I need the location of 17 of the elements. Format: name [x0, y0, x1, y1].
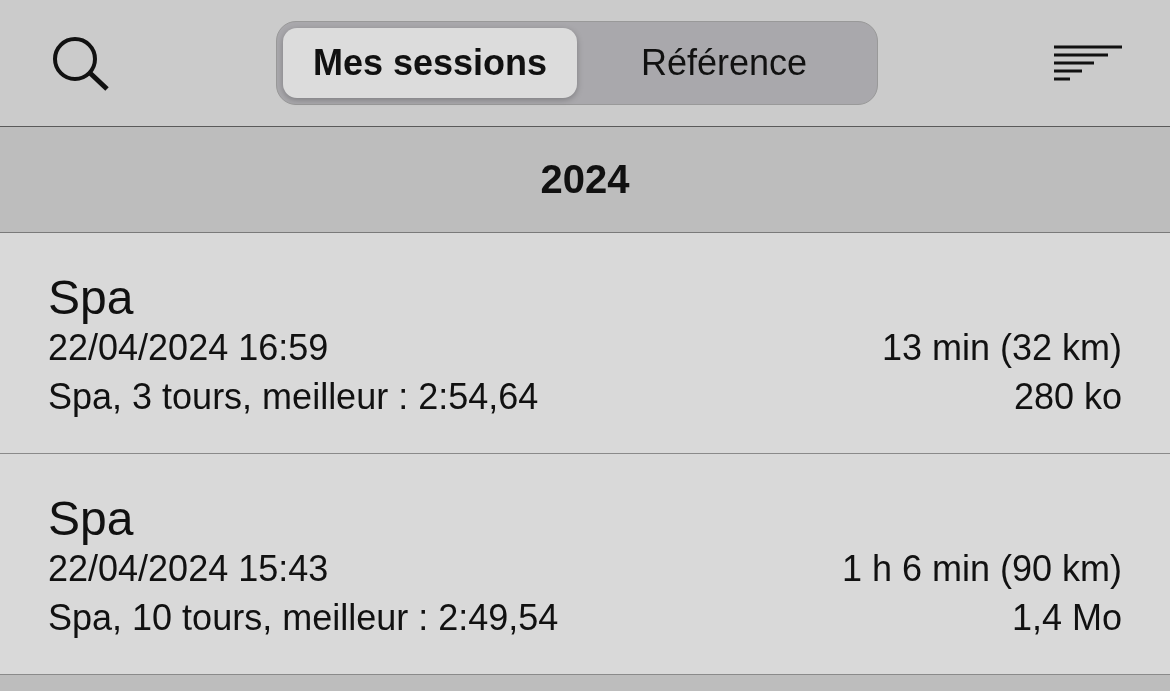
session-summary: Spa, 10 tours, meilleur : 2:49,54: [48, 596, 559, 640]
session-duration: 13 min (32 km): [881, 326, 1122, 370]
sort-icon[interactable]: [1054, 45, 1122, 81]
segment-tab[interactable]: Référence: [577, 28, 871, 98]
session-date: 22/04/2024 16:59: [48, 326, 329, 370]
session-size: 1,4 Mo: [1011, 596, 1122, 640]
session-size: 280 ko: [1013, 375, 1122, 419]
segment-tab[interactable]: Mes sessions: [283, 28, 577, 98]
session-date: 22/04/2024 15:43: [48, 547, 329, 591]
session-name: Spa: [48, 492, 135, 546]
session-summary: Spa, 3 tours, meilleur : 2:54,64: [48, 375, 539, 419]
section-title: 2024: [540, 157, 630, 202]
search-icon[interactable]: [52, 35, 110, 91]
session-duration: 1 h 6 min (90 km): [841, 547, 1122, 591]
session-row[interactable]: Spa 22/04/2024 16:59 13 min (32 km) Spa, 3 tours, meilleur : 2:54,64 280 ko: [0, 233, 1170, 454]
session-name: Spa: [48, 271, 135, 325]
session-row[interactable]: Spa 22/04/2024 15:43 1 h 6 min (90 km) Spa, 10 tours, meilleur : 2:49,54 1,4 Mo: [0, 454, 1170, 675]
